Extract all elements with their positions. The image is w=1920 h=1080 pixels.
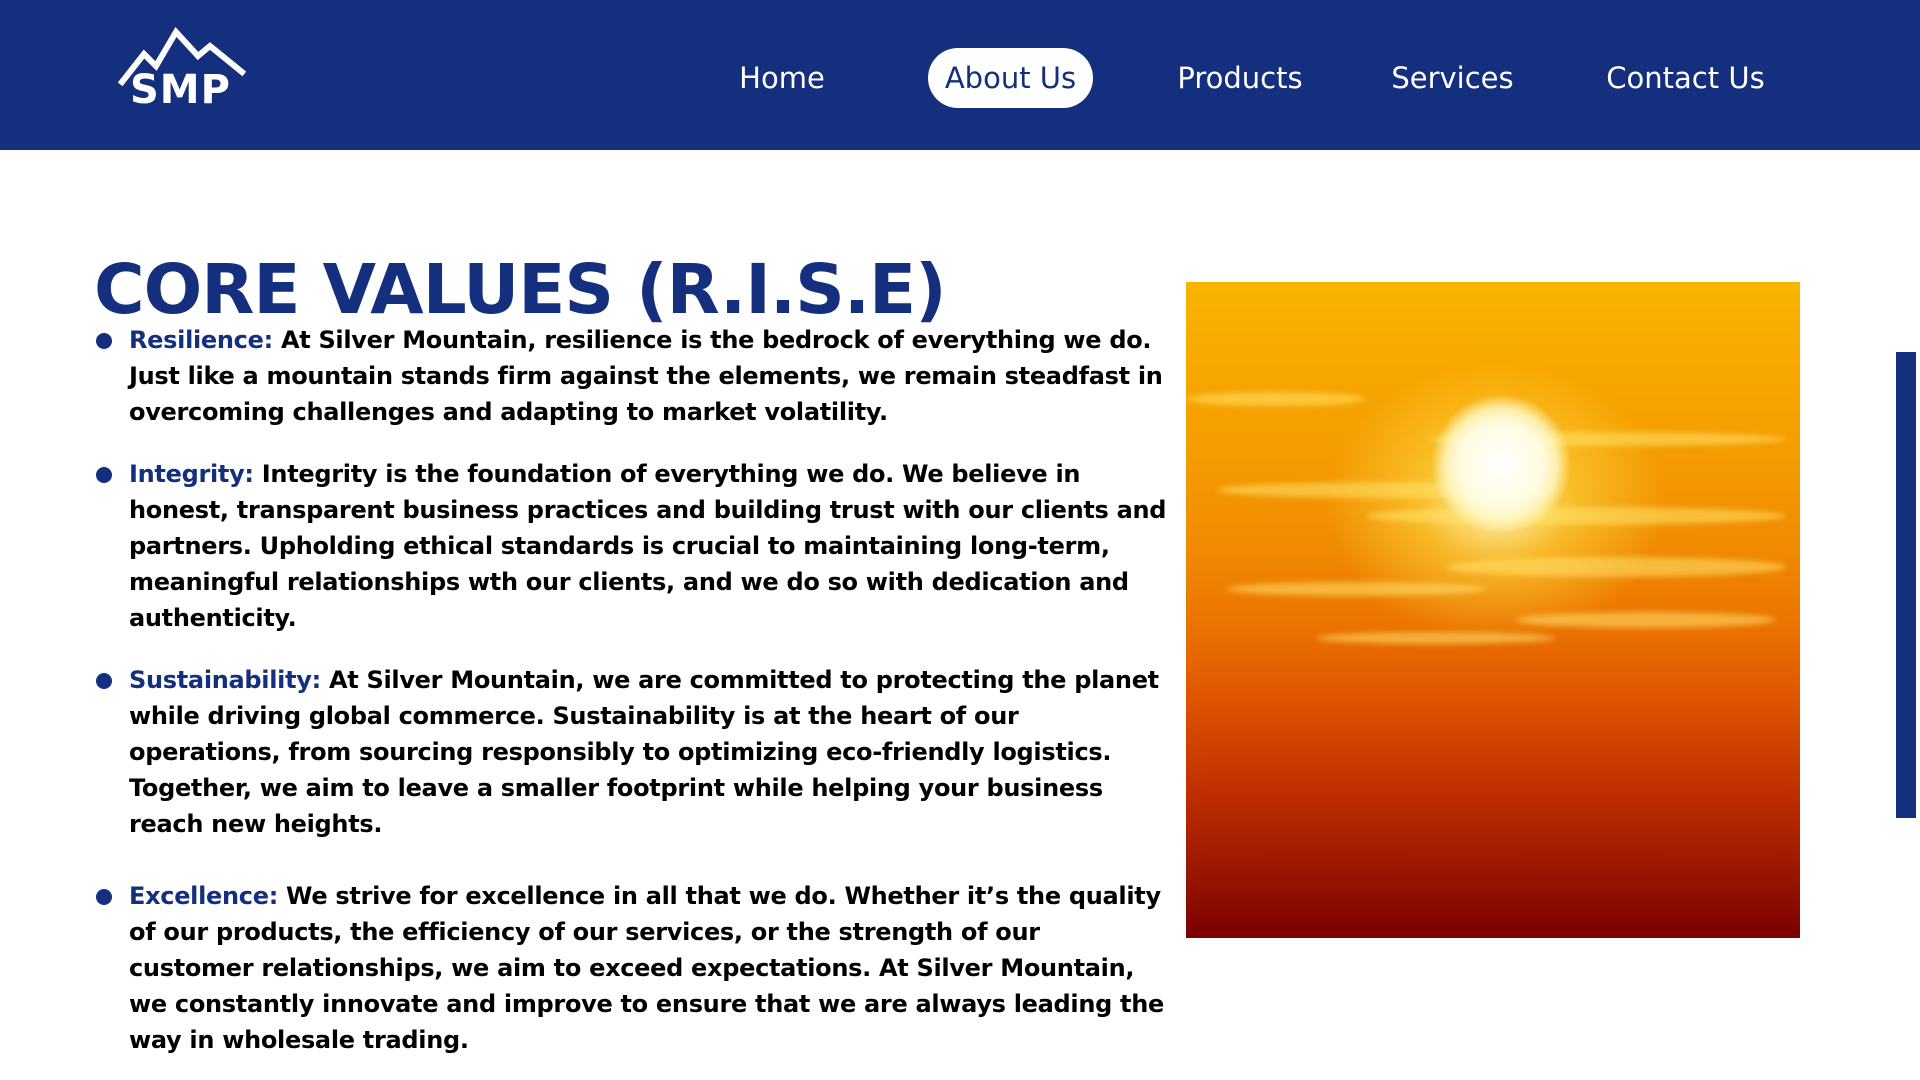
value-term: Resilience: — [129, 326, 273, 354]
value-description: Integrity is the foundation of everythin… — [129, 460, 1167, 632]
nav-services[interactable]: Services — [1375, 48, 1530, 108]
cloud-streak — [1446, 557, 1786, 577]
bullet-icon — [96, 673, 112, 689]
bullet-icon — [96, 333, 112, 349]
cloud-streak — [1316, 632, 1556, 644]
page-title: CORE VALUES (R.I.S.E) — [94, 250, 947, 331]
sun — [1431, 394, 1571, 534]
site-header: SMP Home About Us Products Services Cont… — [0, 0, 1920, 150]
nav-products[interactable]: Products — [1160, 48, 1320, 108]
value-term: Integrity: — [129, 460, 254, 488]
value-description: At Silver Mountain, resilience is the be… — [129, 326, 1163, 426]
value-item-resilience: Resilience: At Silver Mountain, resilien… — [94, 322, 1169, 430]
sunset-image — [1186, 282, 1800, 938]
value-term: Sustainability: — [129, 666, 321, 694]
nav-about-us[interactable]: About Us — [928, 48, 1093, 108]
value-term: Excellence: — [129, 882, 278, 910]
core-values-list: Resilience: At Silver Mountain, resilien… — [94, 322, 1169, 1058]
cloud-streak — [1516, 612, 1776, 628]
bullet-icon — [96, 467, 112, 483]
value-item-integrity: Integrity: Integrity is the foundation o… — [94, 456, 1169, 636]
scrollbar[interactable] — [1896, 352, 1916, 818]
logo-text: SMP — [130, 67, 231, 113]
value-item-sustainability: Sustainability: At Silver Mountain, we a… — [94, 662, 1169, 842]
bullet-icon — [96, 889, 112, 905]
value-item-excellence: Excellence: We strive for excellence in … — [94, 878, 1169, 1058]
cloud-streak — [1186, 392, 1366, 406]
cloud-streak — [1226, 582, 1486, 596]
cloud-streak — [1366, 507, 1786, 525]
value-description: We strive for excellence in all that we … — [129, 882, 1164, 1054]
logo[interactable]: SMP — [118, 26, 248, 118]
nav-home[interactable]: Home — [712, 48, 852, 108]
nav-contact-us[interactable]: Contact Us — [1593, 48, 1778, 108]
